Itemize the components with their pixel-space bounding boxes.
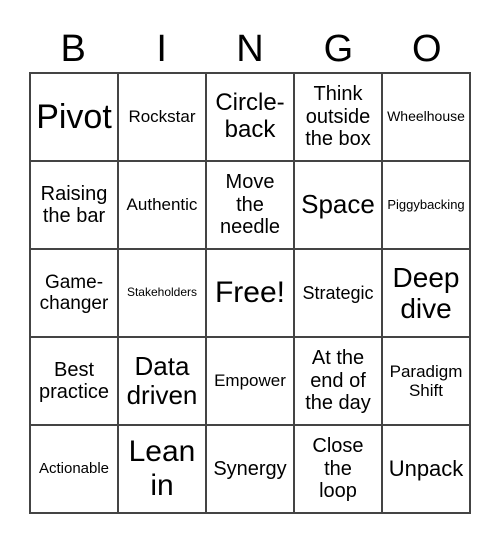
bingo-cell[interactable]: Wheelhouse bbox=[382, 73, 470, 161]
header-letter-g: G bbox=[323, 28, 354, 70]
bingo-cell[interactable]: At the end of the day bbox=[294, 337, 382, 425]
bingo-cell[interactable]: Deep dive bbox=[382, 249, 470, 337]
bingo-cell[interactable]: Empower bbox=[206, 337, 294, 425]
bingo-cell[interactable]: Synergy bbox=[206, 425, 294, 513]
bingo-cell[interactable]: Pivot bbox=[30, 73, 118, 161]
bingo-cell[interactable]: Circle- back bbox=[206, 73, 294, 161]
bingo-cell[interactable]: Unpack bbox=[382, 425, 470, 513]
bingo-header: B I N G O bbox=[29, 26, 471, 72]
bingo-cell[interactable]: Paradigm Shift bbox=[382, 337, 470, 425]
bingo-cell[interactable]: Strategic bbox=[294, 249, 382, 337]
bingo-cell[interactable]: Raising the bar bbox=[30, 161, 118, 249]
bingo-cell[interactable]: Free! bbox=[206, 249, 294, 337]
header-letter-o: O bbox=[412, 28, 442, 70]
header-letter-i: I bbox=[156, 28, 167, 70]
bingo-cell[interactable]: Think outside the box bbox=[294, 73, 382, 161]
bingo-cell[interactable]: Authentic bbox=[118, 161, 206, 249]
bingo-cell[interactable]: Best practice bbox=[30, 337, 118, 425]
header-letter-n: N bbox=[236, 28, 264, 70]
bingo-grid: Pivot Rockstar Circle- back Think outside t… bbox=[29, 72, 471, 514]
bingo-cell[interactable]: Lean in bbox=[118, 425, 206, 513]
bingo-cell[interactable]: Stakeholders bbox=[118, 249, 206, 337]
header-letter-b: B bbox=[60, 28, 86, 70]
bingo-cell[interactable]: Move the needle bbox=[206, 161, 294, 249]
bingo-cell[interactable]: Rockstar bbox=[118, 73, 206, 161]
bingo-cell[interactable]: Close the loop bbox=[294, 425, 382, 513]
bingo-cell[interactable]: Actionable bbox=[30, 425, 118, 513]
bingo-cell[interactable]: Piggybacking bbox=[382, 161, 470, 249]
bingo-cell[interactable]: Space bbox=[294, 161, 382, 249]
bingo-cell[interactable]: Data driven bbox=[118, 337, 206, 425]
bingo-cell[interactable]: Game- changer bbox=[30, 249, 118, 337]
